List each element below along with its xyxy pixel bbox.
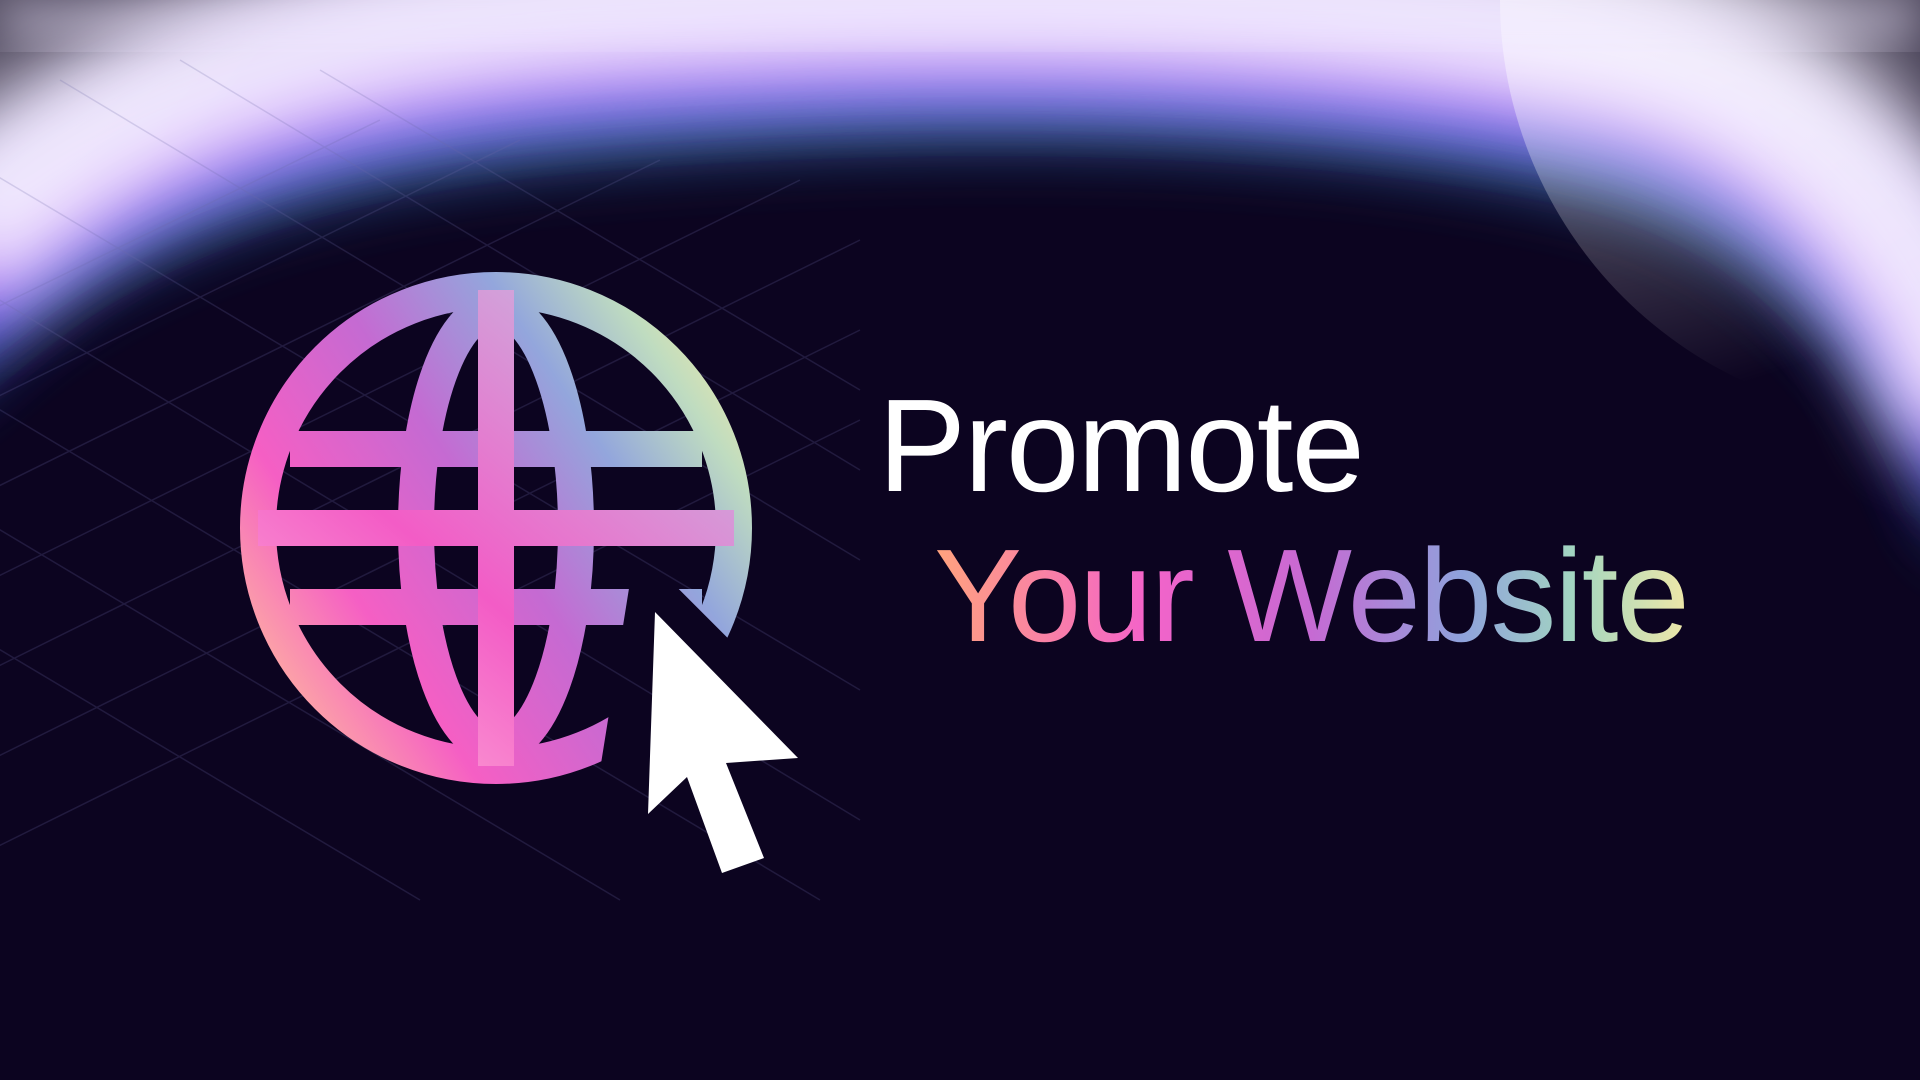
headline-line-your-website: Your Website [934, 522, 1690, 669]
headline-line-promote: Promote [878, 372, 1365, 519]
headline: Promote Your Website [878, 372, 1690, 669]
promo-banner: Promote Your Website [0, 0, 1920, 1080]
mouse-pointer-cursor-icon [648, 612, 798, 873]
